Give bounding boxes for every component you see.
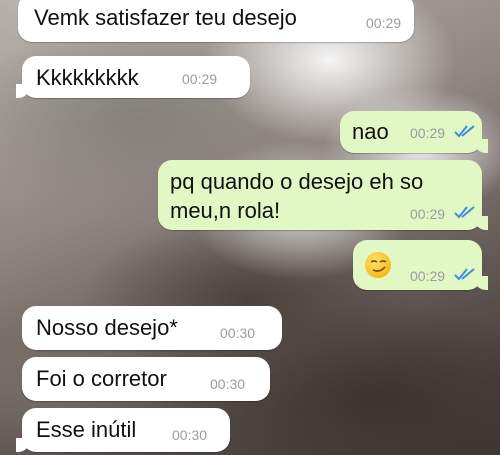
message-text: Nosso desejo*: [36, 315, 178, 340]
double-check-icon: [454, 206, 475, 219]
message-text: nao: [352, 119, 389, 144]
message-bubble-incoming[interactable]: Kkkkkkkkk 00:29: [16, 56, 250, 98]
message-bubble-outgoing[interactable]: 00:29: [353, 240, 488, 290]
message-text: Foi o corretor: [36, 366, 167, 391]
message-bubble-outgoing[interactable]: nao 00:29: [340, 111, 488, 153]
message-text: Kkkkkkkkk: [36, 65, 139, 90]
message-text: Vemk satisfazer teu desejo: [34, 5, 297, 30]
double-check-icon: [454, 268, 475, 281]
message-bubble-incoming[interactable]: Vemk satisfazer teu desejo 00:29: [18, 0, 414, 42]
message-timestamp: 00:29: [410, 125, 446, 141]
message-timestamp: 00:29: [410, 206, 446, 222]
double-check-icon: [454, 125, 475, 138]
message-bubble-incoming[interactable]: Esse inútil 00:30: [16, 408, 230, 452]
message-text: Esse inútil: [36, 417, 137, 442]
message-timestamp: 00:29: [182, 71, 218, 87]
message-timestamp: 00:29: [410, 268, 446, 284]
message-text-line-2: meu,n rola!: [170, 198, 281, 223]
message-bubble-incoming[interactable]: Nosso desejo* 00:30: [22, 306, 282, 350]
smirk-emoji-icon: [365, 252, 391, 278]
message-timestamp: 00:30: [210, 376, 246, 392]
message-timestamp: 00:29: [366, 15, 402, 31]
message-timestamp: 00:30: [172, 427, 208, 443]
message-bubble-outgoing[interactable]: pq quando o desejo eh so meu,n rola! 00:…: [158, 160, 488, 230]
message-timestamp: 00:30: [220, 325, 256, 341]
message-text: pq quando o desejo eh so: [170, 169, 424, 194]
message-bubble-incoming[interactable]: Foi o corretor 00:30: [22, 357, 270, 401]
